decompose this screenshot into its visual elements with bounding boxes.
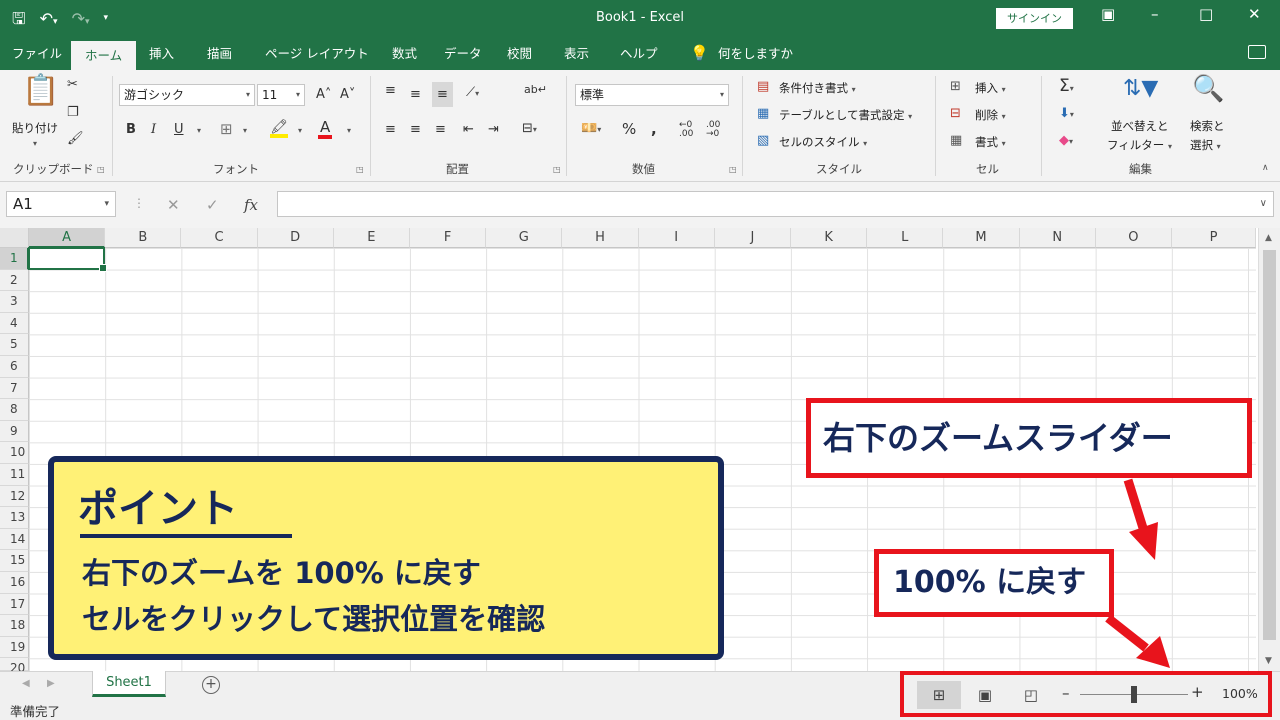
arrow-shaft-2 bbox=[1105, 614, 1149, 652]
excel-window: 🖫 ↶▾ ↷▾ ▾ Book1 - Excel サインイン ▣ – □ ✕ ファ… bbox=[0, 0, 1280, 720]
arrow-head-1 bbox=[1129, 522, 1158, 560]
arrow-shaft-1 bbox=[1123, 478, 1148, 530]
callout-arrows bbox=[1105, 478, 1170, 668]
